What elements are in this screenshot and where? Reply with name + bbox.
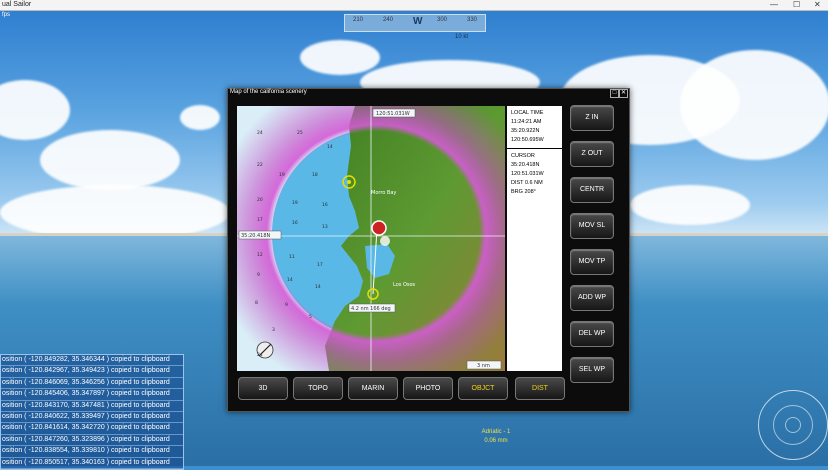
depth-sounding: 9 (285, 302, 288, 308)
map-side-toolbar: Z IN Z OUT CENTR MOV SL MOV TP ADD WP DE… (570, 105, 620, 393)
compass-tick: 210 (353, 17, 364, 23)
app-titlebar: ual Sailor — ☐ ✕ (0, 0, 828, 11)
local-time-label: LOCAL TIME (511, 110, 544, 116)
depth-sounding: 16 (322, 202, 328, 208)
minimize-button[interactable]: — (770, 0, 778, 10)
map-bottom-toolbar: 3D TOPO MARIN PHOTO OBJCT DIST (238, 377, 568, 400)
log-line: osition ( -120.845406, 35.347897 ) copie… (1, 389, 183, 401)
waypoint-readout: Adriatic - 1 0.06 mm (470, 428, 522, 446)
depth-sounding: 12 (257, 252, 263, 258)
waypoint-distance: 0.06 mm (484, 438, 508, 444)
add-waypoint-button[interactable]: ADD WP (570, 285, 614, 311)
depth-sounding: 14 (287, 277, 293, 283)
close-button[interactable]: ✕ (814, 0, 821, 10)
map-close-button[interactable]: ✕ (619, 89, 628, 98)
depth-sounding: 5 (309, 314, 312, 320)
depth-sounding: 18 (312, 172, 318, 178)
depth-sounding: 22 (257, 162, 263, 168)
place-label: Morro Bay (371, 190, 396, 196)
maximize-button[interactable]: ☐ (793, 0, 800, 10)
depth-sounding: 20 (257, 197, 263, 203)
compass-needle-icon: W (413, 16, 423, 27)
map-restore-button[interactable]: □ (610, 89, 619, 98)
fps-label: fps (2, 12, 11, 18)
select-waypoint-button[interactable]: SEL WP (570, 357, 614, 383)
cursor-lon: 120:51.031W (511, 171, 544, 177)
cursor-lat: 35:20.418N (511, 162, 540, 168)
cursor-lon-label: 120:51.031W (376, 111, 410, 117)
cursor-lat-label: 35:20.418N (241, 233, 271, 239)
depth-sounding: 17 (317, 262, 323, 268)
delete-waypoint-button[interactable]: DEL WP (570, 321, 614, 347)
depth-sounding: 24 (257, 352, 263, 358)
depth-sounding: 19 (279, 172, 285, 178)
chart-map[interactable]: 24 25 14 22 19 18 20 19 16 17 16 13 12 1… (237, 106, 505, 371)
depth-sounding: 8 (255, 300, 258, 306)
log-line: osition ( -120.847260, 35.323896 ) copie… (1, 435, 183, 447)
depth-sounding: 9 (257, 272, 260, 278)
map-window-title: Map of the california scenery (230, 89, 307, 95)
compass-tick: 330 (467, 17, 478, 23)
clipboard-log: osition ( -120.849282, 35.346344 ) copie… (0, 354, 184, 470)
depth-sounding: 25 (297, 130, 303, 136)
depth-sounding: 11 (289, 254, 295, 260)
log-line: osition ( -120.840622, 35.339497 ) copie… (1, 412, 183, 424)
log-line: osition ( -120.838554, 35.339810 ) copie… (1, 446, 183, 458)
distance-button[interactable]: DIST (515, 377, 565, 400)
compass-tick: 240 (383, 17, 394, 23)
info-panel: LOCAL TIME 11:24:21 AM 35:20.922N 120:50… (507, 106, 562, 371)
speed-readout: 10 kt (455, 34, 469, 40)
view-3d-button[interactable]: 3D (238, 377, 288, 400)
depth-sounding: 13 (322, 224, 328, 230)
photo-button[interactable]: PHOTO (403, 377, 453, 400)
compass-tick: 300 (437, 17, 448, 23)
radar-display (758, 390, 828, 460)
cursor-distance: DIST 0.6 NM (511, 180, 543, 186)
distance-label: 4.2 nm 166 deg (351, 306, 391, 312)
log-line: osition ( -120.843170, 35.347481 ) copie… (1, 401, 183, 412)
map-canvas: 24 25 14 22 19 18 20 19 16 17 16 13 12 1… (237, 106, 505, 371)
center-button[interactable]: CENTR (570, 177, 614, 203)
cursor-label: CURSOR (511, 153, 535, 159)
depth-sounding: 16 (292, 220, 298, 226)
boat-lon: 120:50.695W (511, 137, 544, 143)
heading-compass: 210 240 W 300 330 10 kt (344, 14, 486, 40)
depth-sounding: 24 (257, 130, 263, 136)
app-title: ual Sailor (2, 1, 32, 8)
local-time: 11:24:21 AM (511, 119, 542, 125)
objects-button[interactable]: OBJCT (458, 377, 508, 400)
scale-bar: 3 nm (477, 363, 490, 369)
log-line: osition ( -120.849282, 35.346344 ) copie… (1, 355, 183, 367)
boat-position-icon (371, 220, 387, 236)
map-window: Map of the california scenery □ ✕ 24 25 … (227, 88, 630, 412)
depth-sounding: 19 (292, 200, 298, 206)
marine-button[interactable]: MARIN (348, 377, 398, 400)
place-label: Los Osos (393, 282, 416, 288)
depth-sounding: 14 (315, 284, 321, 290)
log-line: osition ( -120.841614, 35.342720 ) copie… (1, 423, 183, 435)
depth-sounding: 17 (257, 217, 263, 223)
move-top-button[interactable]: MOV TP (570, 249, 614, 275)
zoom-out-button[interactable]: Z OUT (570, 141, 614, 167)
boat-lat: 35:20.922N (511, 128, 540, 134)
depth-sounding: 3 (272, 327, 275, 333)
zoom-in-button[interactable]: Z IN (570, 105, 614, 131)
move-sailboat-button[interactable]: MOV SL (570, 213, 614, 239)
waypoint-name: Adriatic - 1 (481, 429, 511, 435)
log-line: osition ( -120.850517, 35.340163 ) copie… (1, 458, 183, 469)
log-line: osition ( -120.842967, 35.349423 ) copie… (1, 366, 183, 378)
topo-button[interactable]: TOPO (293, 377, 343, 400)
log-line: osition ( -120.846069, 35.346256 ) copie… (1, 378, 183, 390)
cursor-bearing: BRG 208° (511, 189, 536, 195)
depth-sounding: 14 (327, 144, 333, 150)
